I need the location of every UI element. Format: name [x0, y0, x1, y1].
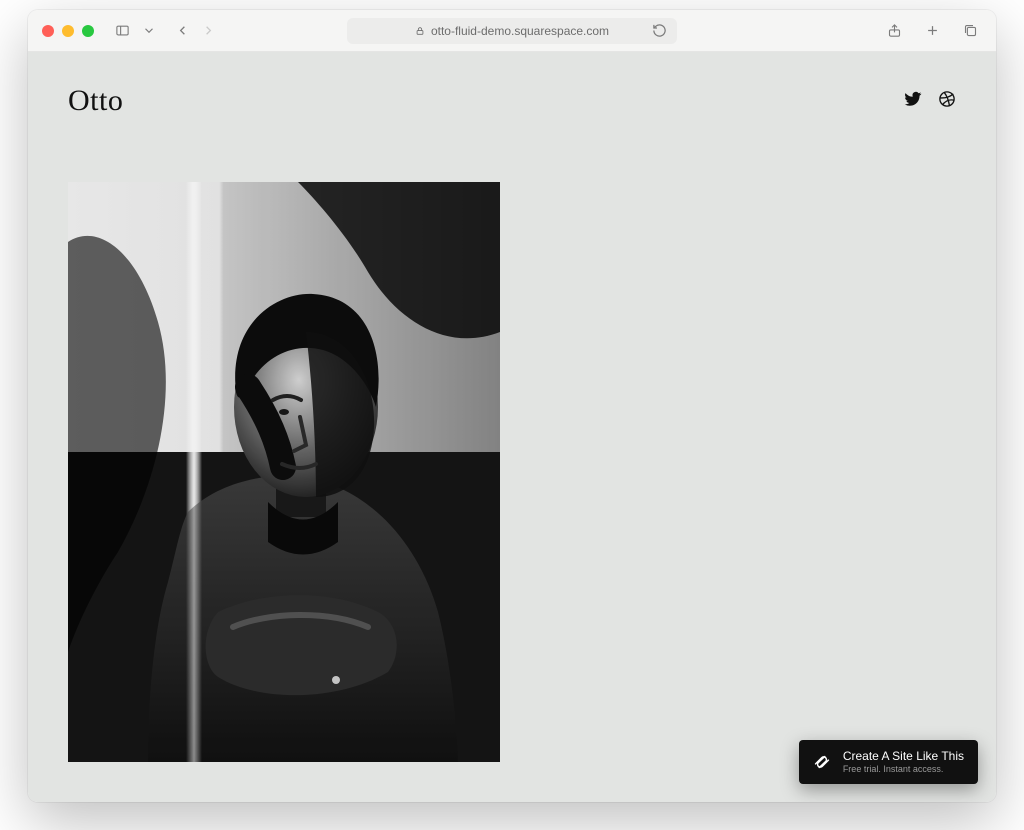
share-button[interactable] — [882, 19, 906, 43]
dribbble-icon — [938, 90, 956, 113]
site-logo[interactable]: Otto — [68, 84, 123, 118]
window-controls — [42, 25, 94, 37]
dribbble-link[interactable] — [938, 90, 956, 113]
forward-button[interactable] — [196, 19, 220, 43]
reload-button[interactable] — [647, 19, 671, 43]
browser-titlebar: otto-fluid-demo.squarespace.com — [28, 10, 996, 52]
new-tab-button[interactable] — [920, 19, 944, 43]
twitter-icon — [904, 90, 922, 113]
social-links — [904, 90, 956, 113]
back-button[interactable] — [170, 19, 194, 43]
close-window-button[interactable] — [42, 25, 54, 37]
sidebar-toggle-button[interactable] — [110, 19, 134, 43]
address-text: otto-fluid-demo.squarespace.com — [431, 24, 609, 38]
address-bar[interactable]: otto-fluid-demo.squarespace.com — [347, 18, 677, 44]
cta-subtitle: Free trial. Instant access. — [843, 764, 964, 774]
cta-title: Create A Site Like This — [843, 750, 964, 764]
site-header: Otto — [28, 52, 996, 128]
tab-group-dropdown[interactable] — [142, 19, 156, 43]
hero-image — [68, 182, 500, 762]
squarespace-cta[interactable]: Create A Site Like This Free trial. Inst… — [799, 740, 978, 784]
fullscreen-window-button[interactable] — [82, 25, 94, 37]
twitter-link[interactable] — [904, 90, 922, 113]
minimize-window-button[interactable] — [62, 25, 74, 37]
page-content: Otto — [28, 52, 996, 802]
squarespace-icon — [811, 751, 833, 773]
browser-window: otto-fluid-demo.squarespace.com — [28, 10, 996, 802]
lock-icon — [415, 26, 425, 36]
cta-text: Create A Site Like This Free trial. Inst… — [843, 750, 964, 774]
tab-overview-button[interactable] — [958, 19, 982, 43]
